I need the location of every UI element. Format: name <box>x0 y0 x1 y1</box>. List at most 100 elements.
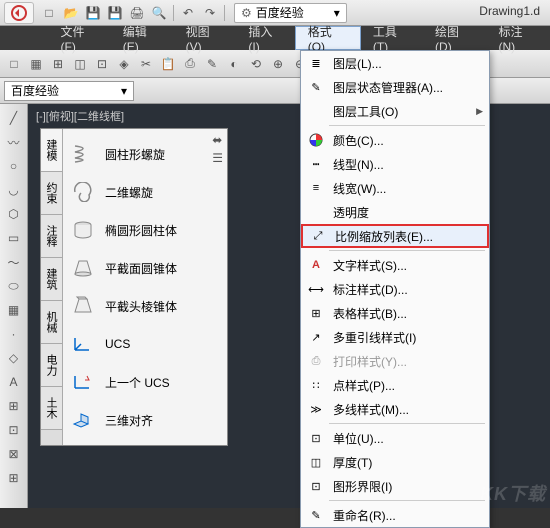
viewport-label[interactable]: [-][俯视][二维线框] <box>36 108 124 124</box>
region-icon[interactable]: ⊡ <box>4 420 24 440</box>
menu-point-style[interactable]: ∷点样式(P)... <box>301 373 489 397</box>
list-item[interactable]: UCS <box>65 325 225 363</box>
tool-icon[interactable]: ⊞ <box>48 54 68 74</box>
layer-dropdown[interactable]: 百度经验 ▾ <box>4 81 134 101</box>
text-icon[interactable]: A <box>4 372 24 392</box>
menu-edit[interactable]: 编辑(E) <box>111 26 174 50</box>
workspace-label: 百度经验 <box>256 4 304 21</box>
mleader-icon: ↗ <box>307 328 325 346</box>
table-icon[interactable]: ⊞ <box>4 396 24 416</box>
list-item[interactable]: 三维对齐 <box>65 401 225 439</box>
menu-mleader-style[interactable]: ↗多重引线样式(I) <box>301 325 489 349</box>
menu-scale-list[interactable]: ⤢比例缩放列表(E)... <box>301 224 489 248</box>
menu-linetype[interactable]: ┅线型(N)... <box>301 152 489 176</box>
workspace-dropdown[interactable]: ⚙ 百度经验 ▾ <box>234 3 347 23</box>
saveas-icon[interactable]: 💾 <box>106 4 124 22</box>
layerstate-icon: ✎ <box>307 78 325 96</box>
panel-pin-icon[interactable]: ⬌ <box>212 133 223 147</box>
vtab-modeling[interactable]: 建模 <box>41 129 62 172</box>
tool-icon[interactable]: ⊠ <box>4 444 24 464</box>
draw-toolbar: ╱ 〰 ○ ◡ ⬡ ▭ 〜 ⬭ ▦ · ◇ A ⊞ ⊡ ⊠ ⊞ <box>0 104 28 508</box>
menu-mline-style[interactable]: ≫多线样式(M)... <box>301 397 489 421</box>
vtab-arch[interactable]: 建筑 <box>41 258 62 301</box>
list-item[interactable]: 二维螺旋 <box>65 173 225 211</box>
spline-icon[interactable]: 〜 <box>4 252 24 272</box>
menu-layer[interactable]: ≣图层(L)... <box>301 51 489 75</box>
tool-icon[interactable]: ◐ <box>224 54 244 74</box>
line-icon[interactable]: ╱ <box>4 108 24 128</box>
point-icon[interactable]: · <box>4 324 24 344</box>
undo-icon[interactable]: ↶ <box>179 4 197 22</box>
tool-icon[interactable]: ▦ <box>26 54 46 74</box>
list-item[interactable]: 圆柱形螺旋 <box>65 135 225 173</box>
menu-dim-style[interactable]: ⟷标注样式(D)... <box>301 277 489 301</box>
menu-units[interactable]: ⊡单位(U)... <box>301 426 489 450</box>
blank-icon <box>307 203 325 221</box>
tool-icon[interactable]: 📋 <box>158 54 178 74</box>
align3d-icon <box>69 408 97 432</box>
vtab-elec[interactable]: 电力 <box>41 344 62 387</box>
vtab-civil[interactable]: 土木 <box>41 387 62 430</box>
preview-icon[interactable]: 🔍 <box>150 4 168 22</box>
panel-menu-icon[interactable]: ☰ <box>212 151 223 165</box>
tool-icon[interactable]: ⊞ <box>4 468 24 488</box>
menu-thickness[interactable]: ◫厚度(T) <box>301 450 489 474</box>
save-icon[interactable]: 💾 <box>84 4 102 22</box>
vtab-constraint[interactable]: 约束 <box>41 172 62 215</box>
menu-tools[interactable]: 工具(T) <box>361 26 423 50</box>
layer-icon: ≣ <box>307 54 325 72</box>
menu-limits[interactable]: ⊡图形界限(I) <box>301 474 489 498</box>
vtab-annotation[interactable]: 注释 <box>41 215 62 258</box>
menu-color[interactable]: 颜色(C)... <box>301 128 489 152</box>
new-icon[interactable]: □ <box>40 4 58 22</box>
thickness-icon: ◫ <box>307 453 325 471</box>
menu-draw[interactable]: 绘图(D) <box>423 26 486 50</box>
menu-dimension[interactable]: 标注(N) <box>487 26 550 50</box>
polyline-icon[interactable]: 〰 <box>4 132 24 152</box>
circle-icon[interactable]: ○ <box>4 156 24 176</box>
polygon-icon[interactable]: ⬡ <box>4 204 24 224</box>
arc-icon[interactable]: ◡ <box>4 180 24 200</box>
tool-icon[interactable]: ✂ <box>136 54 156 74</box>
menu-insert[interactable]: 插入(I) <box>236 26 294 50</box>
tool-icon[interactable]: ◫ <box>70 54 90 74</box>
vtab-mech[interactable]: 机械 <box>41 301 62 344</box>
menu-text-style[interactable]: A文字样式(S)... <box>301 253 489 277</box>
tool-icon[interactable]: ⟲ <box>246 54 266 74</box>
hatch-icon[interactable]: ▦ <box>4 300 24 320</box>
tool-icon[interactable]: ⊡ <box>92 54 112 74</box>
rename-icon: ✎ <box>307 506 325 524</box>
list-item[interactable]: 上一个 UCS <box>65 363 225 401</box>
ellipse-icon[interactable]: ⬭ <box>4 276 24 296</box>
menu-layer-tools[interactable]: 图层工具(O)▶ <box>301 99 489 123</box>
tool-icon[interactable]: □ <box>4 54 24 74</box>
menu-lineweight[interactable]: ≡线宽(W)... <box>301 176 489 200</box>
tool-icon[interactable]: ◈ <box>114 54 134 74</box>
pointstyle-icon: ∷ <box>307 376 325 394</box>
app-logo[interactable] <box>4 2 34 24</box>
rect-icon[interactable]: ▭ <box>4 228 24 248</box>
menu-table-style[interactable]: ⊞表格样式(B)... <box>301 301 489 325</box>
helix-icon <box>69 142 97 166</box>
menu-view[interactable]: 视图(V) <box>174 26 237 50</box>
tool-icon[interactable]: ⎙ <box>180 54 200 74</box>
cone-icon <box>69 256 97 280</box>
list-item[interactable]: 椭圆形圆柱体 <box>65 211 225 249</box>
tool-icon[interactable]: ⊕ <box>268 54 288 74</box>
menu-format[interactable]: 格式(O) <box>295 26 361 50</box>
list-item[interactable]: 平截头棱锥体 <box>65 287 225 325</box>
separator <box>329 250 485 251</box>
open-icon[interactable]: 📂 <box>62 4 80 22</box>
block-icon[interactable]: ◇ <box>4 348 24 368</box>
list-item[interactable]: 平截面圆锥体 <box>65 249 225 287</box>
menu-rename[interactable]: ✎重命名(R)... <box>301 503 489 527</box>
print-icon[interactable]: 🖨 <box>128 4 146 22</box>
units-icon: ⊡ <box>307 429 325 447</box>
menu-transparency[interactable]: 透明度 <box>301 200 489 224</box>
ucs-icon <box>69 332 97 356</box>
menu-file[interactable]: 文件(F) <box>49 26 111 50</box>
separator <box>329 500 485 501</box>
menu-layer-state[interactable]: ✎图层状态管理器(A)... <box>301 75 489 99</box>
redo-icon[interactable]: ↷ <box>201 4 219 22</box>
tool-icon[interactable]: ✎ <box>202 54 222 74</box>
